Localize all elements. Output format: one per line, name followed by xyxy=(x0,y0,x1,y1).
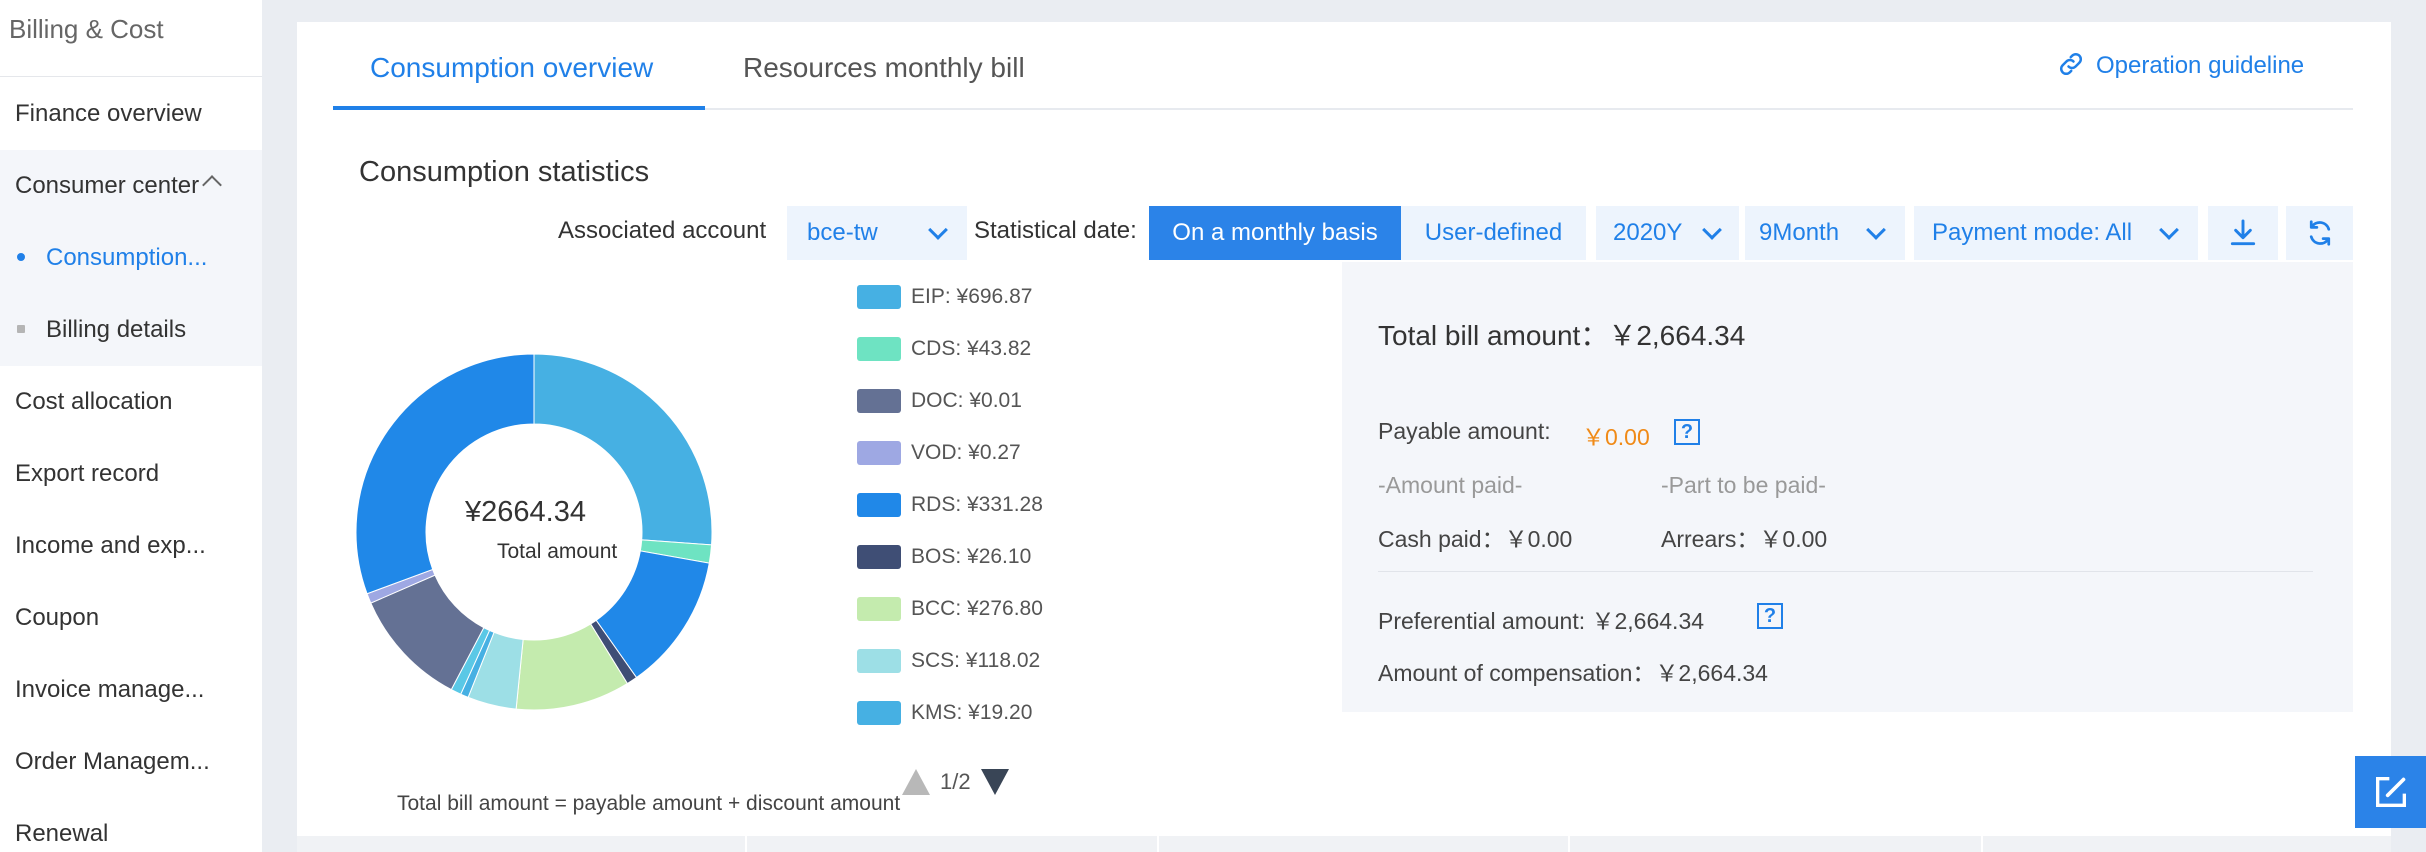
payable-amount-value: ￥0.00 xyxy=(1582,424,1650,450)
legend-swatch xyxy=(857,597,901,621)
sidebar: Billing & Cost Finance overview Consumer… xyxy=(0,0,262,852)
preferential-amount: Preferential amount: ￥2,664.34 xyxy=(1378,608,1705,634)
sidebar-subitem-consumption[interactable]: Consumption... xyxy=(46,244,207,272)
page-indicator: 1/2 xyxy=(940,769,971,794)
account-select[interactable]: bce-tw xyxy=(787,206,967,260)
tab-resources-monthly-bill[interactable]: Resources monthly bill xyxy=(743,52,1025,84)
help-icon[interactable]: ? xyxy=(1757,603,1783,629)
user-defined-button[interactable]: User-defined xyxy=(1401,206,1586,260)
legend-label: RDS: ¥331.28 xyxy=(911,493,1043,516)
compensation-amount: Amount of compensation：￥2,664.34 xyxy=(1378,660,1768,686)
sidebar-item-cost-allocation[interactable]: Cost allocation xyxy=(15,388,172,416)
legend-item[interactable]: DOC: ¥0.01 xyxy=(857,384,1022,418)
legend-label: SCS: ¥118.02 xyxy=(911,649,1041,672)
chevron-down-icon xyxy=(928,219,948,240)
refresh-button[interactable] xyxy=(2286,206,2353,260)
associated-account-label: Associated account xyxy=(558,217,767,244)
donut-center-label: Total amount xyxy=(497,540,618,563)
sidebar-item-income-expense[interactable]: Income and exp... xyxy=(15,532,206,560)
payment-mode-value: Payment mode: All xyxy=(1932,219,2133,246)
chevron-down-icon xyxy=(2159,219,2179,240)
total-bill-amount: Total bill amount：￥2,664.34 xyxy=(1378,320,1746,351)
legend-swatch xyxy=(857,441,901,465)
active-dot-icon xyxy=(17,253,25,261)
legend-item[interactable]: BCC: ¥276.80 xyxy=(857,592,1043,626)
download-button[interactable] xyxy=(2208,206,2278,260)
sidebar-item-renewal[interactable]: Renewal xyxy=(15,820,108,848)
active-tab-indicator xyxy=(333,106,705,110)
legend-item[interactable]: KMS: ¥19.20 xyxy=(857,696,1032,726)
legend-item[interactable]: BOS: ¥26.10 xyxy=(857,540,1031,574)
legend-item[interactable]: VOD: ¥0.27 xyxy=(857,436,1021,470)
panel-divider xyxy=(1378,571,2313,572)
legend-label: BCC: ¥276.80 xyxy=(911,597,1043,620)
refresh-icon xyxy=(2309,220,2330,246)
edit-icon xyxy=(2375,777,2406,807)
sidebar-item-finance-overview[interactable]: Finance overview xyxy=(15,100,202,128)
legend-label: EIP: ¥696.87 xyxy=(911,285,1033,308)
table-header-strip xyxy=(297,836,2391,852)
amount-paid-heading: -Amount paid- xyxy=(1378,472,1523,498)
sidebar-subitem-billing-details[interactable]: Billing details xyxy=(46,316,186,344)
chevron-down-icon xyxy=(1702,219,1722,240)
sidebar-item-order-management[interactable]: Order Managem... xyxy=(15,748,210,776)
legend-label: CDS: ¥43.82 xyxy=(911,337,1032,360)
download-icon xyxy=(2230,219,2256,246)
legend-label: BOS: ¥26.10 xyxy=(911,545,1032,568)
month-value: 9Month xyxy=(1759,219,1840,246)
help-icon[interactable]: ? xyxy=(1674,419,1700,445)
legend-swatch xyxy=(857,389,901,413)
column-separator xyxy=(1981,836,1983,852)
legend-swatch xyxy=(857,545,901,569)
legend-label: KMS: ¥19.20 xyxy=(911,701,1033,724)
monthly-basis-button[interactable]: On a monthly basis xyxy=(1149,206,1401,260)
chevron-down-icon xyxy=(1866,219,1886,240)
account-value: bce-tw xyxy=(807,219,878,246)
column-separator xyxy=(1157,836,1159,852)
legend-item[interactable]: CDS: ¥43.82 xyxy=(857,332,1031,366)
legend-item[interactable]: EIP: ¥696.87 xyxy=(857,280,1032,314)
donut-chart xyxy=(355,353,713,711)
page-down-icon[interactable] xyxy=(980,769,1009,795)
page-up-icon[interactable] xyxy=(902,769,930,795)
section-title: Consumption statistics xyxy=(359,156,650,188)
formula-note: Total bill amount = payable amount + dis… xyxy=(397,792,901,815)
bullet-icon xyxy=(17,325,25,333)
statistical-date-label: Statistical date: xyxy=(974,217,1137,244)
legend-item[interactable]: RDS: ¥331.28 xyxy=(857,488,1043,522)
payable-amount-label: Payable amount: xyxy=(1378,418,1551,444)
sidebar-item-coupon[interactable]: Coupon xyxy=(15,604,99,632)
column-separator xyxy=(745,836,747,852)
legend-swatch xyxy=(857,649,901,673)
month-select[interactable]: 9Month xyxy=(1745,206,1905,260)
legend-swatch xyxy=(857,701,901,725)
summary-panel: Total bill amount：￥2,664.34 Payable amou… xyxy=(1342,262,2353,712)
legend-label: DOC: ¥0.01 xyxy=(911,389,1022,412)
sidebar-item-export-record[interactable]: Export record xyxy=(15,460,159,488)
link-icon[interactable] xyxy=(2056,49,2086,79)
sidebar-divider xyxy=(0,76,262,77)
payment-mode-select[interactable]: Payment mode: All xyxy=(1914,206,2198,260)
main-card: Consumption overview Resources monthly b… xyxy=(297,22,2391,852)
sidebar-item-invoice-management[interactable]: Invoice manage... xyxy=(15,676,204,704)
column-separator xyxy=(1568,836,1570,852)
to-be-paid-heading: -Part to be paid- xyxy=(1661,472,1826,498)
operation-guideline-link[interactable]: Operation guideline xyxy=(2096,52,2304,80)
arrears: Arrears：￥0.00 xyxy=(1661,526,1828,552)
chart-legend: EIP: ¥696.87 CDS: ¥43.82 DOC: ¥0.01 VOD: ¥0… xyxy=(857,280,1217,726)
legend-swatch xyxy=(857,493,901,517)
year-select[interactable]: 2020Y xyxy=(1596,206,1739,260)
legend-pager: 1/2 xyxy=(902,762,1009,802)
donut-center-amount: ¥2664.34 xyxy=(465,496,586,528)
sidebar-item-consumer-center[interactable]: Consumer center xyxy=(15,172,199,200)
feedback-button[interactable] xyxy=(2355,756,2426,828)
legend-label: VOD: ¥0.27 xyxy=(911,441,1021,464)
cash-paid: Cash paid：￥0.00 xyxy=(1378,526,1573,552)
legend-swatch xyxy=(857,337,901,361)
year-value: 2020Y xyxy=(1613,219,1683,246)
tab-consumption-overview[interactable]: Consumption overview xyxy=(370,52,653,84)
legend-swatch xyxy=(857,285,901,309)
sidebar-title: Billing & Cost xyxy=(9,14,164,44)
legend-item[interactable]: SCS: ¥118.02 xyxy=(857,644,1040,678)
